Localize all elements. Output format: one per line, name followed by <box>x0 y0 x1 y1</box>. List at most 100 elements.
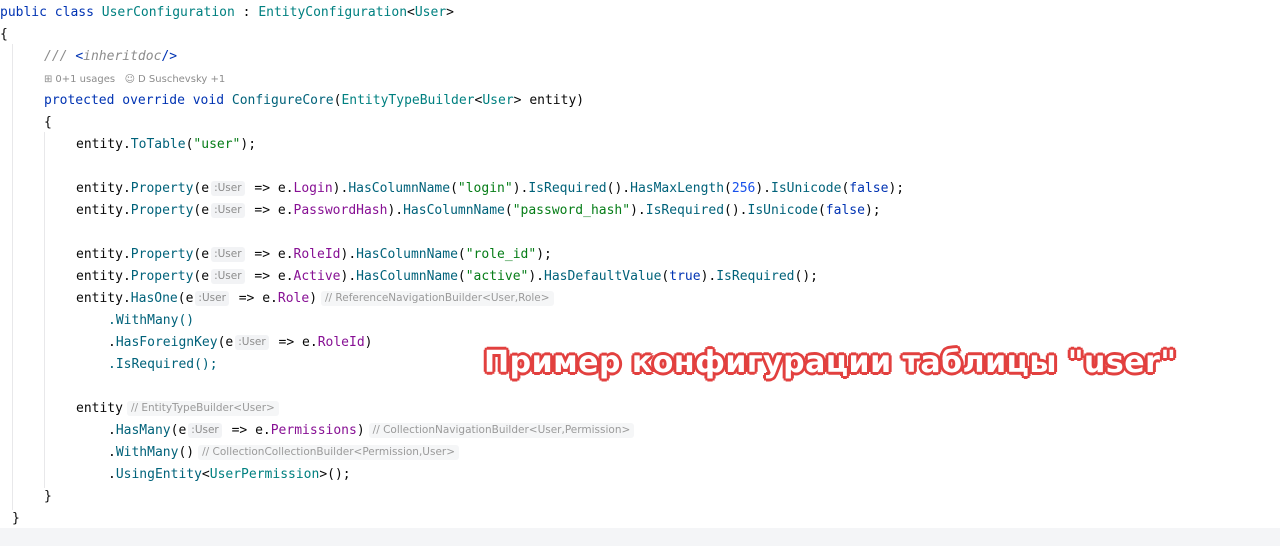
type-hint: :User <box>235 335 269 350</box>
method-with-many: WithMany <box>115 445 179 460</box>
overlay-caption: Пример конфигурации таблицы "user" <box>484 345 1177 380</box>
type-hint: :User <box>211 181 245 196</box>
method-with-many: .WithMany() <box>108 313 195 328</box>
doc-tag-open: < <box>75 49 84 64</box>
string-literal: "user" <box>193 137 241 152</box>
lambda-param: (e <box>217 335 234 350</box>
bool-literal: true <box>669 269 701 284</box>
entity-token: entity <box>76 137 123 152</box>
code-line-using-entity[interactable]: .UsingEntity<UserPermission>(); <box>108 464 351 486</box>
property-name: Permissions <box>270 423 357 438</box>
code-line-method-decl[interactable]: protected override void ConfigureCore(En… <box>44 90 584 112</box>
type-hint: :User <box>195 291 229 306</box>
editor-bottom-strip <box>0 528 1280 546</box>
property-name: Login <box>293 181 333 196</box>
code-line-class-decl[interactable]: public class UserConfiguration : EntityC… <box>0 2 454 24</box>
string-literal: "role_id" <box>465 247 537 262</box>
code-line-method-open-brace[interactable]: { <box>44 112 52 134</box>
chain-type-hint: // CollectionNavigationBuilder<User,Perm… <box>368 423 635 438</box>
close-brace: } <box>12 511 20 526</box>
code-line-login[interactable]: entity.Property(e:User => e.Login).HasCo… <box>76 178 904 200</box>
code-line-doc-comment[interactable]: /// <inheritdoc/> <box>44 46 177 68</box>
string-literal: "active" <box>465 269 529 284</box>
colon: : <box>234 5 259 20</box>
lambda-param: (e <box>193 247 210 262</box>
code-line-has-one[interactable]: entity.HasOne(e:User => e.Role)// Refere… <box>76 288 554 310</box>
doc-tag-close: /> <box>161 49 178 64</box>
code-line-has-foreign-key[interactable]: .HasForeignKey(e:User => e.RoleId) <box>108 332 372 354</box>
entity-token: entity <box>76 203 123 218</box>
class-name: UserConfiguration <box>101 5 235 20</box>
lambda-arrow: => e. <box>246 203 294 218</box>
keyword-protected: protected <box>44 93 115 108</box>
code-line-with-many[interactable]: .WithMany() <box>108 310 194 332</box>
string-literal: "login" <box>457 181 513 196</box>
author-text[interactable]: D Suschevsky +1 <box>138 74 225 85</box>
code-line-method-close-brace[interactable]: } <box>44 486 52 508</box>
code-line-to-table[interactable]: entity.ToTable("user"); <box>76 134 256 156</box>
keyword-class: class <box>54 5 94 20</box>
method-using-entity: UsingEntity <box>115 467 202 482</box>
code-line-role-id[interactable]: entity.Property(e:User => e.RoleId).HasC… <box>76 244 552 266</box>
property-name: Role <box>277 291 310 306</box>
lambda-arrow: => e. <box>223 423 271 438</box>
entity-token: entity <box>76 269 123 284</box>
keyword-void: void <box>192 93 225 108</box>
doc-tag-name: inheritdoc <box>83 49 162 64</box>
method-to-table: ToTable <box>130 137 186 152</box>
method-is-unicode: IsUnicode <box>747 203 818 218</box>
generic-type: User <box>414 5 447 20</box>
bool-literal: false <box>825 203 865 218</box>
code-line-class-close-brace[interactable]: } <box>12 508 20 530</box>
usages-lens[interactable]: ⊞ 0+1 usages ☺ D Suschevsky +1 <box>44 72 225 88</box>
method-has-many: HasMany <box>115 423 171 438</box>
param-generic: User <box>482 93 514 108</box>
entity-token: entity <box>76 291 123 306</box>
code-line-has-many[interactable]: .HasMany(e:User => e.Permissions)// Coll… <box>108 420 635 442</box>
method-property: Property <box>130 247 194 262</box>
chain-type-hint: // EntityTypeBuilder<User> <box>126 401 279 416</box>
lambda-param: (e <box>193 269 210 284</box>
chain-type-hint: // ReferenceNavigationBuilder<User,Role> <box>321 291 554 306</box>
indent-guide <box>44 132 45 488</box>
method-has-column-name: HasColumnName <box>403 203 505 218</box>
indent-guide <box>12 44 13 510</box>
method-property: Property <box>130 203 194 218</box>
code-editor[interactable]: public class UserConfiguration : EntityC… <box>0 0 1280 546</box>
base-class-name: EntityConfiguration <box>258 5 408 20</box>
entity-token: entity <box>76 401 123 416</box>
code-line-with-many-2[interactable]: .WithMany()// CollectionCollectionBuilde… <box>108 442 460 464</box>
keyword-override: override <box>122 93 185 108</box>
lambda-arrow: => e. <box>246 247 294 262</box>
keyword-public: public <box>0 5 47 20</box>
method-has-one: HasOne <box>130 291 178 306</box>
code-line-password-hash[interactable]: entity.Property(e:User => e.PasswordHash… <box>76 200 881 222</box>
lambda-param: (e <box>193 203 210 218</box>
string-literal: "password_hash" <box>512 203 631 218</box>
type-hint: :User <box>211 247 245 262</box>
code-line-active[interactable]: entity.Property(e:User => e.Active).HasC… <box>76 266 818 288</box>
method-name: ConfigureCore <box>231 93 334 108</box>
open-brace: { <box>0 27 8 42</box>
entity-token: entity <box>76 181 123 196</box>
method-has-column-name: HasColumnName <box>356 269 458 284</box>
param-name: entity <box>529 93 577 108</box>
code-line-open-brace[interactable]: { <box>0 24 8 46</box>
method-property: Property <box>130 181 194 196</box>
lambda-param: (e <box>170 423 187 438</box>
type-hint: :User <box>211 269 245 284</box>
code-line-is-required[interactable]: .IsRequired(); <box>108 354 218 376</box>
statement-end: ); <box>240 137 257 152</box>
chain-type-hint: // CollectionCollectionBuilder<Permissio… <box>198 445 460 460</box>
usages-text[interactable]: 0+1 usages <box>55 74 115 85</box>
method-is-required: .IsRequired(); <box>108 357 218 372</box>
lambda-param: (e <box>193 181 210 196</box>
method-has-foreign-key: HasForeignKey <box>115 335 218 350</box>
code-line-entity-stmt[interactable]: entity// EntityTypeBuilder<User> <box>76 398 279 420</box>
gt: > <box>446 5 454 20</box>
number-literal: 256 <box>731 181 756 196</box>
author-icon: ☺ <box>124 74 136 85</box>
lambda-param: (e <box>177 291 194 306</box>
bool-literal: false <box>849 181 889 196</box>
type-hint: :User <box>188 423 222 438</box>
